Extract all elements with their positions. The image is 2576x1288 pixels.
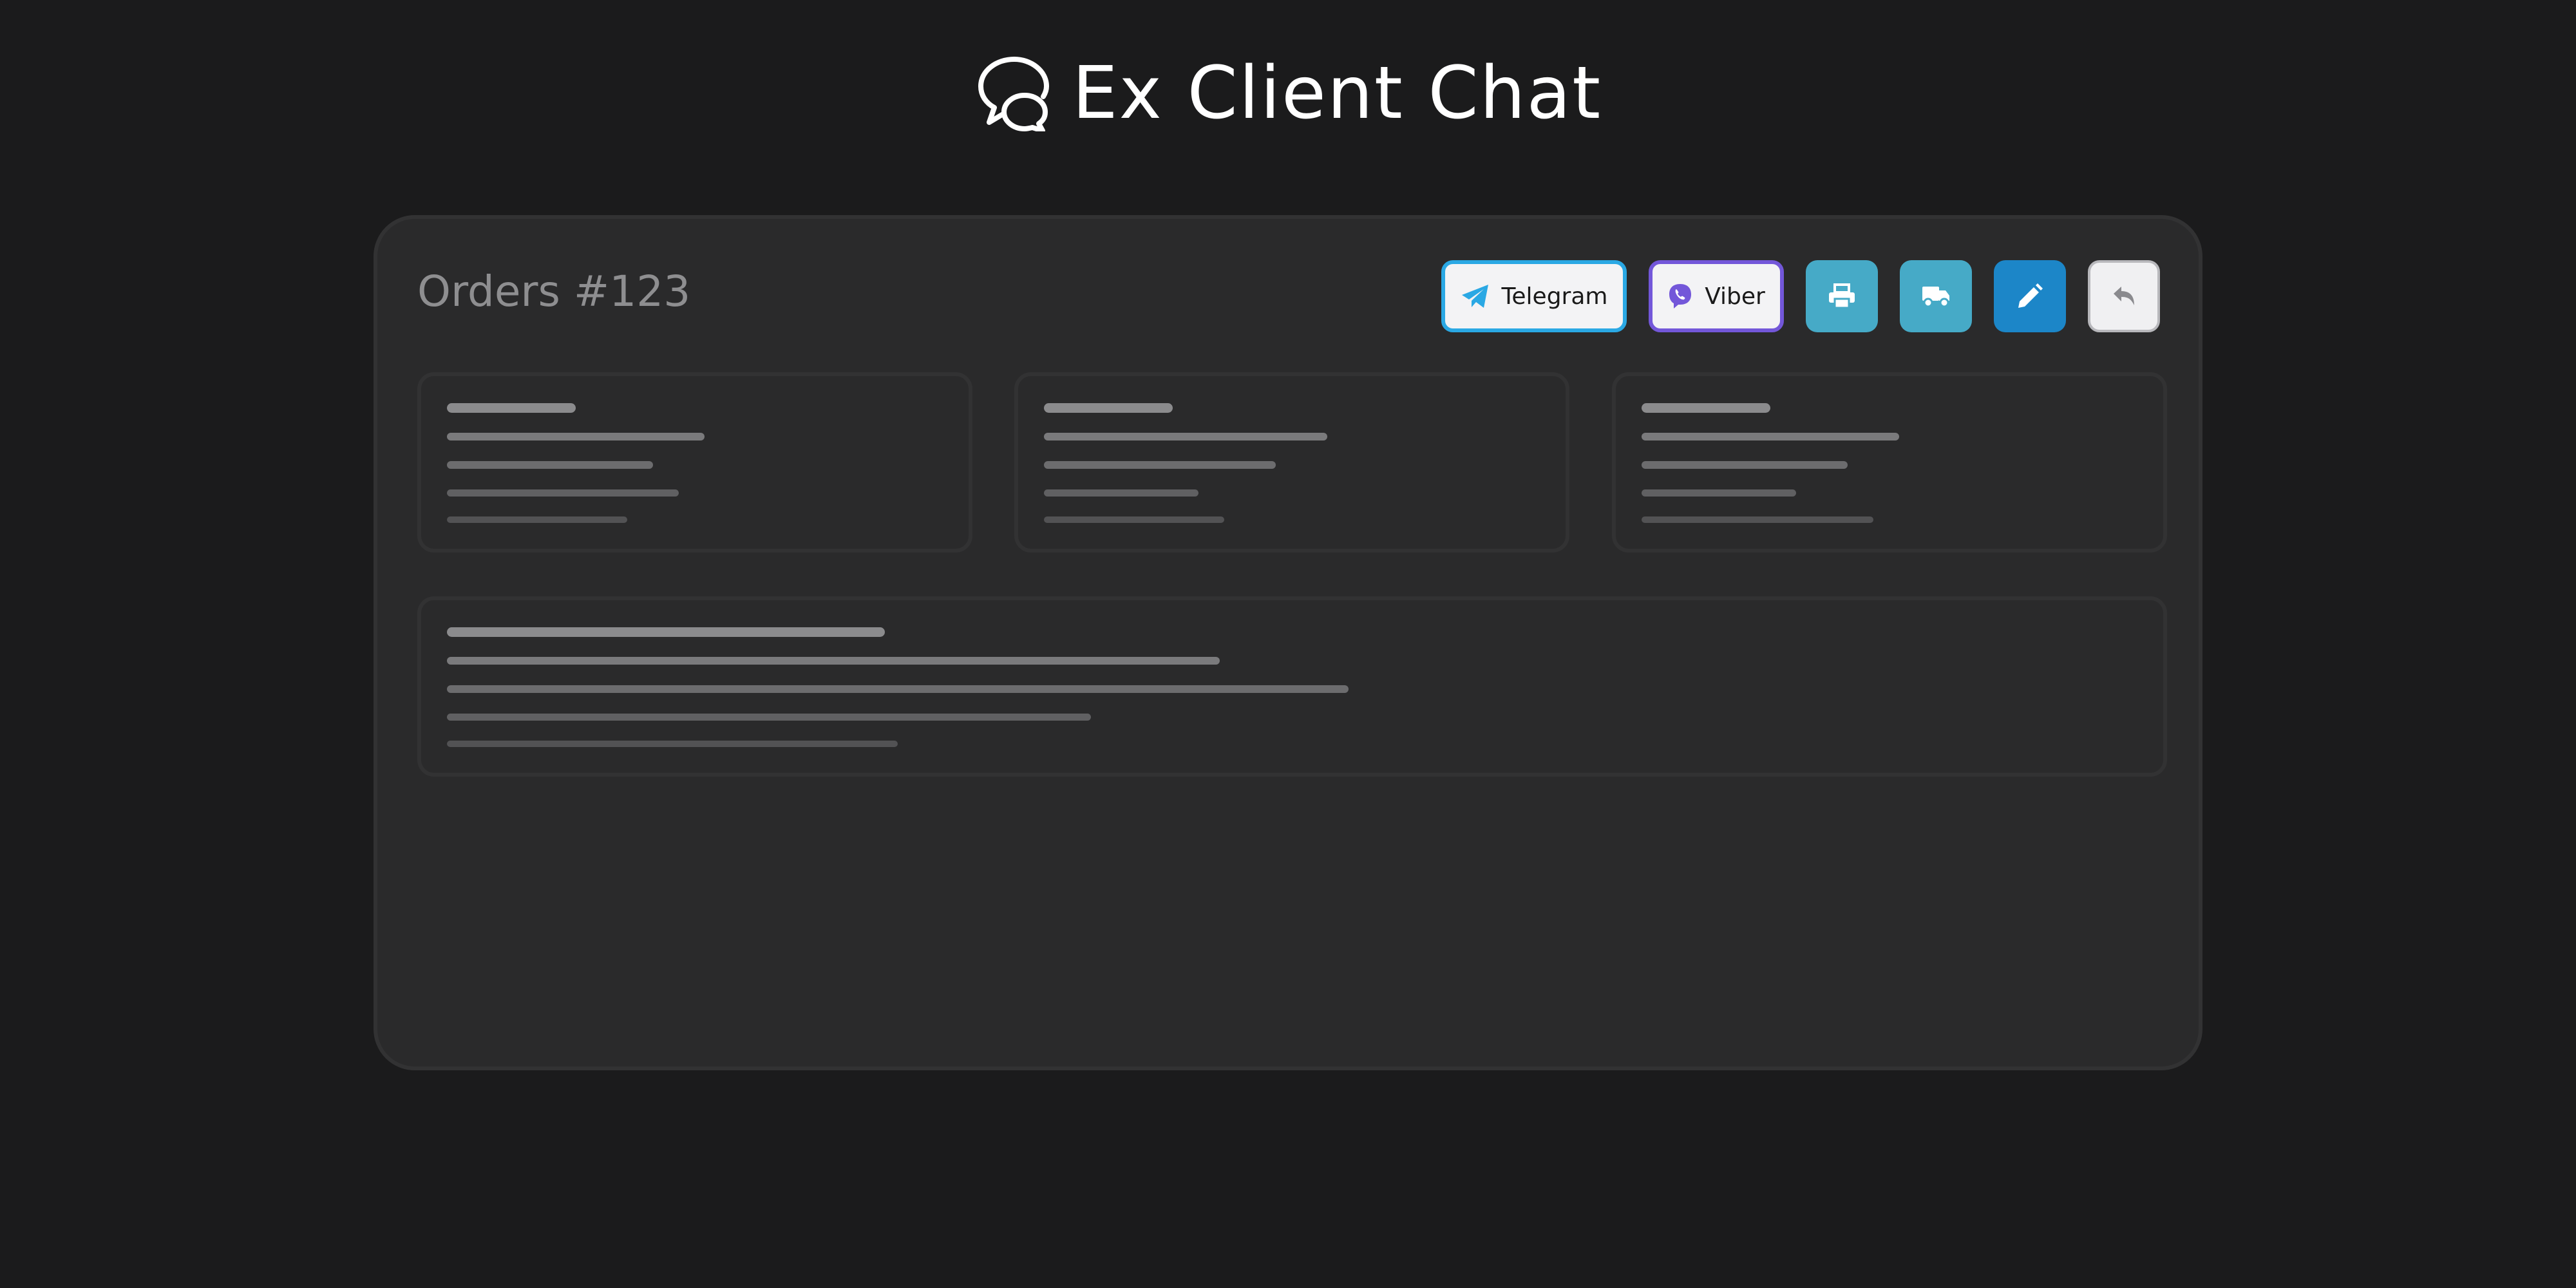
viber-icon bbox=[1667, 283, 1693, 310]
truck-icon bbox=[1921, 284, 1951, 308]
skeleton-line bbox=[1044, 403, 1173, 413]
skeleton-line bbox=[1642, 516, 1873, 523]
order-panel: Orders #123 Telegram Viber bbox=[374, 215, 2202, 1070]
telegram-button-label: Telegram bbox=[1501, 283, 1608, 310]
info-card-skeleton bbox=[1612, 372, 2167, 553]
skeleton-line bbox=[447, 657, 1220, 665]
skeleton-line bbox=[447, 627, 885, 637]
skeleton-line bbox=[447, 489, 679, 497]
skeleton-line bbox=[447, 685, 1349, 693]
viber-button-label: Viber bbox=[1705, 283, 1765, 310]
skeleton-line bbox=[1642, 461, 1848, 469]
info-card-skeleton bbox=[417, 372, 972, 553]
skeleton-line bbox=[1044, 516, 1224, 523]
chat-bubbles-icon bbox=[974, 55, 1050, 131]
edit-button[interactable] bbox=[1994, 260, 2066, 332]
order-toolbar: Telegram Viber bbox=[1441, 260, 2160, 332]
skeleton-line bbox=[447, 433, 705, 440]
skeleton-line bbox=[447, 714, 1091, 721]
telegram-button[interactable]: Telegram bbox=[1441, 260, 1627, 332]
skeleton-line bbox=[1642, 403, 1770, 413]
skeleton-line bbox=[447, 403, 576, 413]
skeleton-line bbox=[447, 741, 898, 747]
app-title: Ex Client Chat bbox=[1072, 52, 1602, 135]
skeleton-line bbox=[447, 516, 627, 523]
pencil-icon bbox=[2016, 282, 2044, 310]
print-button[interactable] bbox=[1806, 260, 1878, 332]
skeleton-line bbox=[1642, 489, 1796, 497]
skeleton-line bbox=[1044, 433, 1327, 440]
skeleton-line bbox=[447, 461, 653, 469]
delivery-button[interactable] bbox=[1900, 260, 1972, 332]
order-items-skeleton bbox=[417, 596, 2167, 777]
skeleton-line bbox=[1642, 433, 1899, 440]
skeleton-line bbox=[1044, 489, 1198, 497]
back-button[interactable] bbox=[2088, 260, 2160, 332]
telegram-plane-icon bbox=[1461, 283, 1490, 309]
viber-button[interactable]: Viber bbox=[1649, 260, 1784, 332]
info-card-skeleton bbox=[1014, 372, 1569, 553]
printer-icon bbox=[1828, 283, 1856, 309]
skeleton-line bbox=[1044, 461, 1276, 469]
reply-arrow-icon bbox=[2111, 285, 2137, 308]
app-header: Ex Client Chat bbox=[0, 45, 2576, 142]
page-title: Orders #123 bbox=[417, 267, 691, 316]
